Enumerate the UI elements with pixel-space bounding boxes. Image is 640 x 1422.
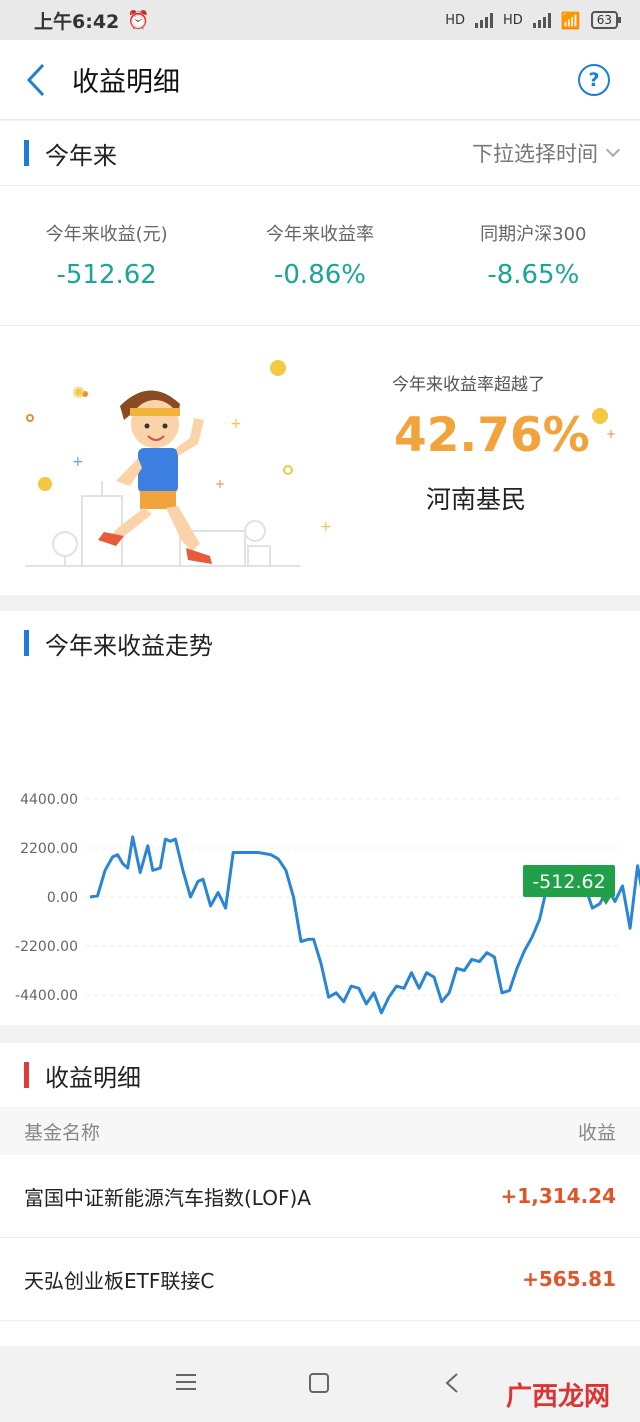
chevron-left-icon <box>26 63 45 96</box>
ranking-card: ✺ + + + + + 今年来收益率超越了 42.76% 河南基民 <box>0 325 640 595</box>
period-select[interactable]: 下拉选择时间 <box>472 138 621 168</box>
y-tick-label: 0.00 <box>47 890 78 906</box>
detail-title: 收益明细 <box>45 1063 141 1092</box>
table-row[interactable]: 富国中证新能源汽车指数(LOF)A +1,314.24 <box>0 1155 640 1238</box>
section-accent <box>24 140 29 166</box>
stat-ytd-gain: 今年来收益(元) -512.62 <box>0 186 213 325</box>
stat-label: 同期沪深300 <box>480 224 587 245</box>
ranking-region: 河南基民 <box>426 485 527 514</box>
svg-text:+: + <box>606 427 616 441</box>
trend-title: 今年来收益走势 <box>45 631 213 660</box>
stat-label: 今年来收益率 <box>265 224 374 245</box>
hd-label-2: HD <box>503 12 523 28</box>
hd-label: HD <box>445 12 465 28</box>
trend-card: 今年来收益走势 4400.00 2200.00 0.00 -2200.00 -4400.… <box>0 611 640 1071</box>
signal-icon <box>475 12 493 28</box>
stat-benchmark: 同期沪深300 -8.65% <box>427 186 640 325</box>
status-time: 上午6:42 <box>34 10 120 33</box>
stats-row: 今年来收益(元) -512.62 今年来收益率 -0.86% 同期沪深300 -… <box>0 185 640 325</box>
col-gain: 收益 <box>577 1121 616 1144</box>
svg-text:+: + <box>215 477 225 491</box>
signal-icon-2 <box>532 12 551 28</box>
trend-chart[interactable]: 4400.002200.000.00-2200.00-4400.00-6600.… <box>0 675 640 1071</box>
series-line <box>89 835 640 1015</box>
home-icon[interactable] <box>308 1372 330 1394</box>
back-button[interactable] <box>6 40 66 120</box>
svg-text:+: + <box>72 454 84 470</box>
stat-value: -0.86% <box>274 260 366 290</box>
nav-bar: 收益明细 ? <box>0 40 640 120</box>
coin-icon: + <box>592 408 616 441</box>
trend-chart-svg: 4400.002200.000.00-2200.00-4400.00-6600.… <box>15 792 640 1071</box>
period-select-label: 下拉选择时间 <box>472 142 598 166</box>
fund-name: 富国中证新能源汽车指数(LOF)A <box>24 1185 311 1210</box>
svg-text:✺: ✺ <box>72 383 85 402</box>
col-fund-name: 基金名称 <box>24 1121 101 1144</box>
detail-card: 收益明细 基金名称 收益 富国中证新能源汽车指数(LOF)A +1,314.24… <box>0 1043 640 1351</box>
ranking-label: 今年来收益率超越了 <box>392 375 545 395</box>
detail-header: 收益明细 <box>0 1043 640 1107</box>
menu-icon[interactable] <box>175 1372 197 1392</box>
watermark-logo: 广西龙网 <box>505 1382 610 1412</box>
detail-table-header: 基金名称 收益 <box>0 1107 640 1155</box>
status-bar: 上午6:42 ⏰ HD HD 📶 63 <box>0 0 640 40</box>
stat-value: -512.62 <box>56 260 157 290</box>
y-tick-label: 2200.00 <box>20 841 78 857</box>
status-icons: HD HD 📶 63 <box>445 10 622 30</box>
fund-name: 天弘创业板ETF联接C <box>24 1268 215 1293</box>
summary-card: 今年来 下拉选择时间 今年来收益(元) -512.62 今年来收益率 -0.86… <box>0 121 640 595</box>
stat-ytd-rate: 今年来收益率 -0.86% <box>213 186 426 325</box>
alarm-icon: ⏰ <box>127 9 150 31</box>
section-accent <box>24 1062 29 1088</box>
stat-value: -8.65% <box>487 260 580 290</box>
runner-illustration: ✺ + + + + <box>25 360 332 567</box>
fund-gain: +565.81 <box>522 1267 616 1291</box>
chevron-down-icon <box>605 142 621 158</box>
stat-label: 今年来收益(元) <box>45 224 168 245</box>
summary-title: 今年来 <box>45 141 117 170</box>
fund-gain: +1,314.24 <box>500 1184 616 1208</box>
table-row[interactable]: 天弘创业板ETF联接C +565.81 <box>0 1238 640 1321</box>
wifi-icon: 📶 <box>560 10 581 30</box>
svg-text:+: + <box>230 416 242 432</box>
y-tick-label: -2200.00 <box>15 939 78 955</box>
trend-header: 今年来收益走势 <box>0 611 640 675</box>
ranking-value: 42.76% <box>394 408 590 463</box>
current-value-badge-label: -512.62 <box>532 871 605 893</box>
back-nav-icon[interactable] <box>444 1372 460 1394</box>
summary-header: 今年来 下拉选择时间 <box>0 121 640 185</box>
help-button[interactable]: ? <box>578 63 610 96</box>
section-accent <box>24 630 29 656</box>
y-tick-label: 4400.00 <box>20 792 78 808</box>
y-tick-label: -4400.00 <box>15 988 78 1004</box>
svg-text:+: + <box>320 519 332 535</box>
page-title: 收益明细 <box>72 67 180 98</box>
battery-icon: 63 <box>590 11 622 29</box>
